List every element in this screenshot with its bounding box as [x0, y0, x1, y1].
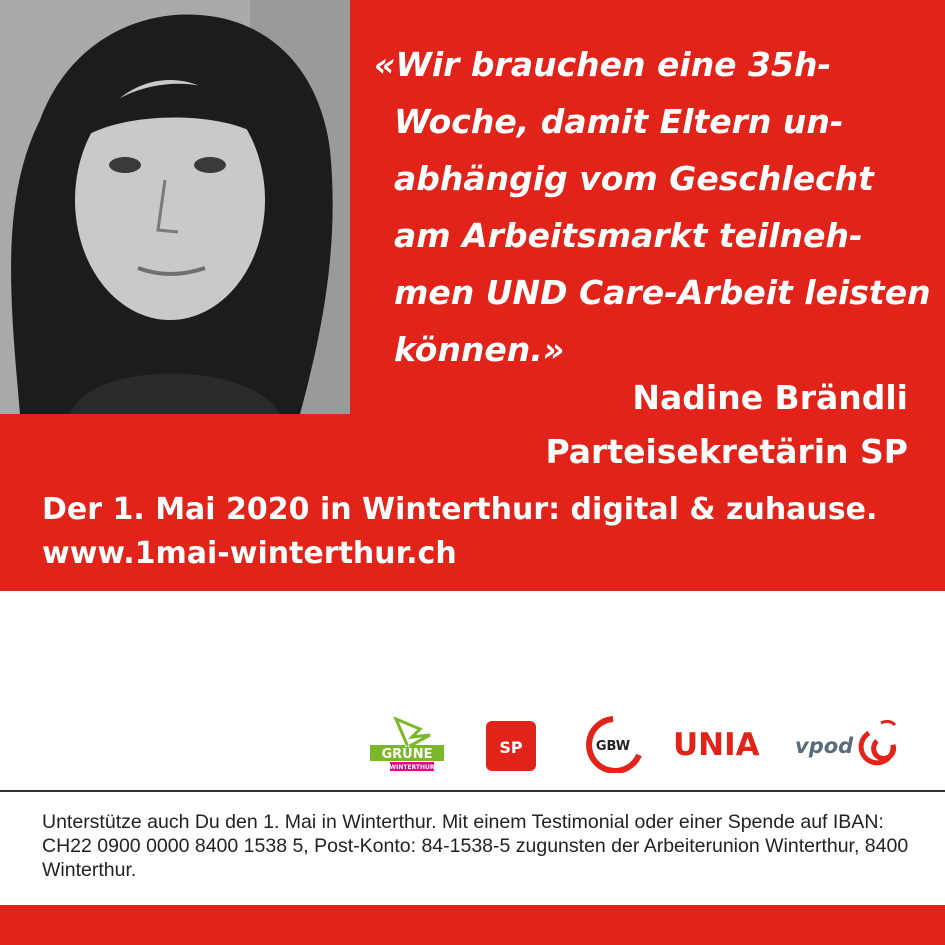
- event-description: Der 1. Mai 2020 in Winterthur: digital &…: [42, 492, 878, 527]
- vpod-logo-label: vpod: [795, 734, 854, 758]
- partner-logos: GRÜNE WINTERTHUR SP GBW UNIA vpod: [368, 713, 908, 775]
- gruene-logo-label: GRÜNE: [382, 746, 433, 762]
- footer-divider: [0, 790, 945, 792]
- sp-logo-label: SP: [499, 738, 523, 757]
- gruene-logo: GRÜNE WINTERTHUR: [368, 715, 448, 773]
- quote-text: «Wir brauchen eine 35h-Woche, damit Elte…: [374, 45, 931, 369]
- vpod-logo: vpod: [793, 717, 903, 769]
- footer-donation-text: Unterstütze auch Du den 1. Mai in Winter…: [42, 811, 909, 881]
- gruene-logo-sublabel: WINTERTHUR: [389, 764, 434, 771]
- unia-logo: UNIA: [673, 717, 773, 767]
- unia-logo-label: UNIA: [673, 727, 760, 763]
- author-role: Parteisekretärin SP: [545, 432, 908, 471]
- gbw-logo: GBW: [583, 715, 643, 774]
- gbw-logo-label: GBW: [596, 739, 630, 754]
- event-url[interactable]: www.1mai-winterthur.ch: [42, 536, 457, 572]
- bottom-red-bar: [0, 905, 945, 945]
- portrait-photo: [0, 0, 350, 414]
- author-name: Nadine Brändli: [632, 378, 908, 417]
- sp-logo: SP: [484, 719, 538, 773]
